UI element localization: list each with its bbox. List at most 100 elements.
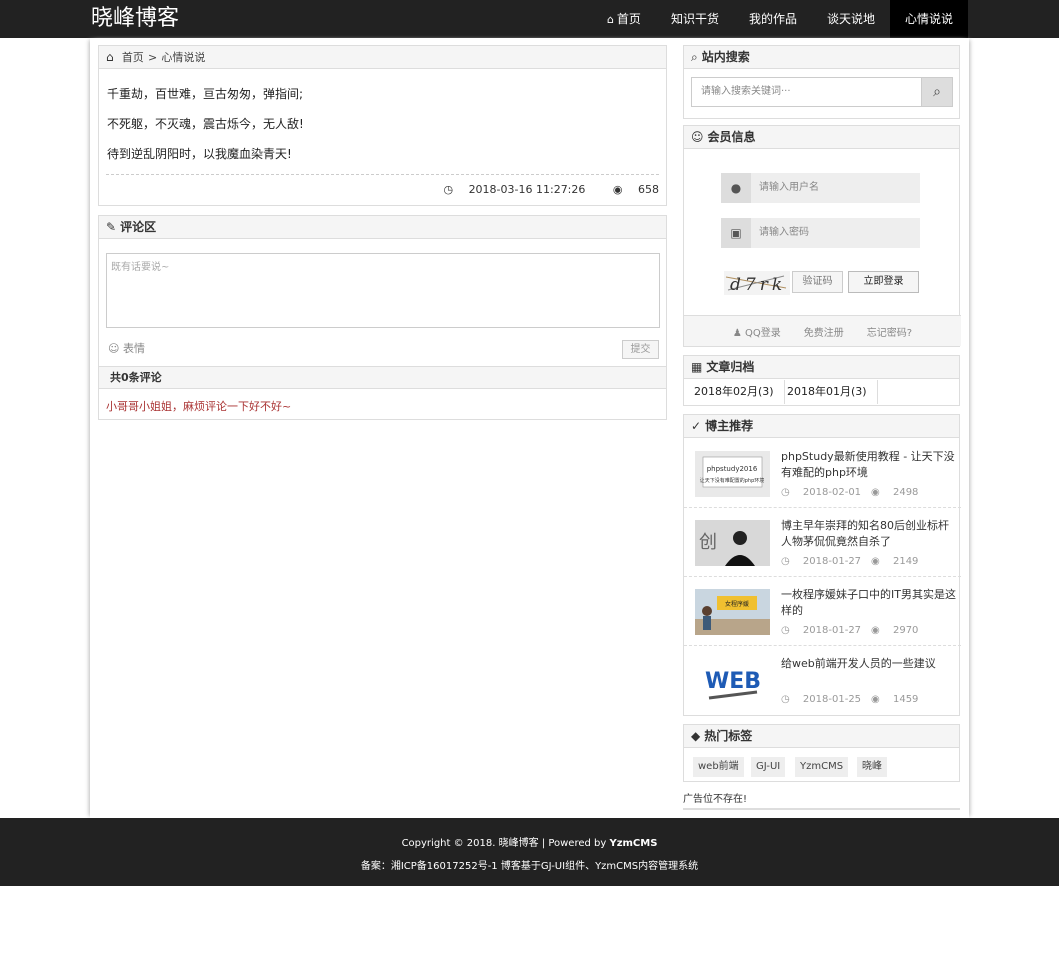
recommend-item[interactable]: phpstudy2016 让天下没有难配置的php环境 phpStudy最新使用… [684, 439, 961, 508]
emoji-button[interactable]: ☺ 表情 [108, 340, 145, 356]
recommend-title[interactable]: phpStudy最新使用教程 - 让天下没有难配的php环境 [781, 449, 957, 481]
comment-count: 共0条评论 [99, 366, 666, 389]
captcha-code-input[interactable]: 验证码 [792, 271, 843, 293]
eye-icon: ◉ [871, 487, 880, 498]
member-panel-title-text: 会员信息 [707, 130, 756, 144]
recommend-item[interactable]: 女程序媛 一枚程序媛妹子口中的IT男其实是这样的 ◷ 2018-01-27 ◉ 2… [684, 577, 961, 646]
copyright-text: Copyright © 2018. 晓峰博客 | Powered by [401, 838, 610, 849]
ad-placeholder: 广告位不存在! [683, 790, 960, 810]
main-container: ⌂ 首页 > 心情说说 千重劫，百世难，亘古匆匆，弹指间; 不死躯，不灭魂，震古… [90, 38, 969, 818]
recommend-title[interactable]: 一枚程序媛妹子口中的IT男其实是这样的 [781, 587, 957, 619]
user-icon: ● [721, 173, 751, 203]
tags-icon: ◆ [691, 729, 701, 743]
recommend-meta: ◷ 2018-01-27 ◉ 2970 [781, 625, 918, 636]
thumbnail-subcaption: 让天下没有难配置的php环境 [700, 477, 765, 484]
search-icon: ⌕ [691, 50, 698, 64]
nav-item-mood[interactable]: 心情说说 [889, 0, 968, 38]
nav-item-home[interactable]: ⌂ 首页 [592, 0, 656, 38]
article-meta: ◷ 2018-03-16 11:27:26 ◉ 658 [106, 174, 659, 204]
footer: Copyright © 2018. 晓峰博客 | Powered by YzmC… [0, 818, 1059, 886]
lock-icon: ▣ [721, 218, 751, 248]
article-line: 待到逆乱阴阳时，以我魔血染青天! [107, 147, 292, 161]
breadcrumb-home[interactable]: 首页 [122, 51, 144, 64]
recommend-item[interactable]: WEB 给web前端开发人员的一些建议 ◷ 2018-01-25 ◉ 1459 [684, 646, 961, 715]
eye-icon: ◉ [871, 625, 880, 636]
recommend-thumbnail: WEB [695, 658, 770, 704]
recommend-meta: ◷ 2018-02-01 ◉ 2498 [781, 487, 918, 498]
member-panel-title: ☺ 会员信息 [684, 126, 959, 149]
tags-panel-title-text: 热门标签 [704, 729, 753, 743]
recommend-item[interactable]: 创 博主早年崇拜的知名80后创业标杆人物茅侃侃竟然自杀了 ◷ 2018-01-2… [684, 508, 961, 577]
tag-item[interactable]: web前端 [693, 757, 744, 777]
username-placeholder: 请输入用户名 [759, 182, 819, 193]
comment-empty-message: 小哥哥小姐姐，麻烦评论一下好不好~ [106, 400, 292, 413]
site-logo[interactable]: 晓峰博客 [91, 5, 179, 33]
recommend-title[interactable]: 博主早年崇拜的知名80后创业标杆人物茅侃侃竟然自杀了 [781, 518, 957, 550]
username-field[interactable]: ● 请输入用户名 [721, 173, 920, 203]
eye-icon: ◉ [871, 556, 880, 567]
archive-item[interactable]: 2018年02月(3) [684, 380, 785, 404]
recommend-date: 2018-01-27 [802, 625, 862, 636]
article-line: 千重劫，百世难，亘古匆匆，弹指间; [107, 87, 304, 101]
password-field[interactable]: ▣ 请输入密码 [721, 218, 920, 248]
tags-panel-title: ◆ 热门标签 [684, 725, 959, 748]
footer-icp: 备案：湘ICP备16017252号-1 博客基于GJ-UI组件、YzmCMS内容… [360, 861, 699, 872]
article-date-text: 2018-03-16 11:27:26 [468, 183, 586, 196]
recommend-title[interactable]: 给web前端开发人员的一些建议 [781, 656, 957, 672]
thumbnail-caption: 创 [699, 532, 717, 553]
emoji-label: 表情 [122, 342, 145, 355]
archive-item[interactable]: 2018年01月(3) [777, 380, 878, 404]
clock-icon: ◷ [781, 487, 790, 498]
clock-icon: ◷ [443, 183, 454, 196]
recommend-date: 2018-01-27 [802, 556, 862, 567]
breadcrumb-current[interactable]: 心情说说 [161, 51, 205, 64]
recommend-views: 2149 [892, 556, 919, 567]
recommend-meta: ◷ 2018-01-25 ◉ 1459 [781, 694, 918, 705]
nav-item-works[interactable]: 我的作品 [734, 0, 812, 38]
nav-item-knowledge[interactable]: 知识干货 [656, 0, 734, 38]
captcha-text: d7rk [730, 275, 786, 295]
nav-item-label: 首页 [616, 12, 641, 26]
recommend-date: 2018-02-01 [802, 487, 862, 498]
recommend-views: 2970 [892, 625, 919, 636]
user-circle-icon: ☺ [691, 130, 704, 144]
search-panel: ⌕ 站内搜索 请输入搜索关键词··· ⌕ [683, 45, 960, 119]
search-button[interactable]: ⌕ [921, 77, 953, 107]
qq-login-label: QQ登录 [745, 327, 781, 339]
thumbnail-caption: phpstudy2016 [707, 465, 758, 473]
recommend-thumbnail: 女程序媛 [695, 589, 770, 635]
breadcrumb: ⌂ 首页 > 心情说说 [99, 46, 666, 69]
thumbs-up-icon: ✓ [691, 419, 702, 433]
comment-panel-title-text: 评论区 [120, 220, 157, 234]
recommend-views: 1459 [892, 694, 919, 705]
qq-login-link[interactable]: ♟ QQ登录 [733, 324, 781, 339]
captcha-image[interactable]: d7rk [724, 271, 790, 295]
article-panel: ⌂ 首页 > 心情说说 千重劫，百世难，亘古匆匆，弹指间; 不死躯，不灭魂，震古… [98, 45, 667, 206]
article-body: 千重劫，百世难，亘古匆匆，弹指间; 不死躯，不灭魂，震古烁今，无人敌! 待到逆乱… [99, 69, 666, 169]
powered-by-link[interactable]: YzmCMS [609, 838, 657, 849]
submit-comment-button[interactable]: 提交 [622, 340, 659, 359]
tag-item[interactable]: 晓峰 [857, 757, 887, 777]
recommend-thumbnail: phpstudy2016 让天下没有难配置的php环境 [695, 451, 770, 497]
search-input[interactable]: 请输入搜索关键词··· [691, 77, 921, 107]
recommend-views: 2498 [892, 487, 919, 498]
tag-item[interactable]: YzmCMS [795, 757, 849, 777]
tag-item[interactable]: GJ-UI [751, 757, 786, 777]
forgot-password-link[interactable]: 忘记密码? [867, 324, 912, 339]
register-link[interactable]: 免费注册 [804, 324, 844, 339]
password-placeholder: 请输入密码 [759, 227, 809, 238]
comment-textarea[interactable]: 既有话要说~ [106, 253, 660, 328]
comment-panel: ✎ 评论区 既有话要说~ ☺ 表情 提交 共0条评论 小哥哥小姐姐，麻烦评论一下好… [98, 215, 667, 420]
clock-icon: ◷ [781, 625, 790, 636]
search-panel-title-text: 站内搜索 [701, 50, 750, 64]
recommend-meta: ◷ 2018-01-27 ◉ 2149 [781, 556, 918, 567]
home-icon: ⌂ [606, 13, 614, 26]
qq-icon: ♟ [732, 327, 742, 339]
nav-item-chat[interactable]: 谈天说地 [812, 0, 890, 38]
main-nav: ⌂ 首页 知识干货 我的作品 谈天说地 心情说说 [592, 0, 968, 38]
search-panel-title: ⌕ 站内搜索 [684, 46, 959, 69]
archive-panel-title-text: 文章归档 [706, 360, 755, 374]
thumbnail-caption: WEB [705, 669, 761, 694]
smile-icon: ☺ [108, 342, 120, 355]
login-button[interactable]: 立即登录 [848, 271, 919, 293]
